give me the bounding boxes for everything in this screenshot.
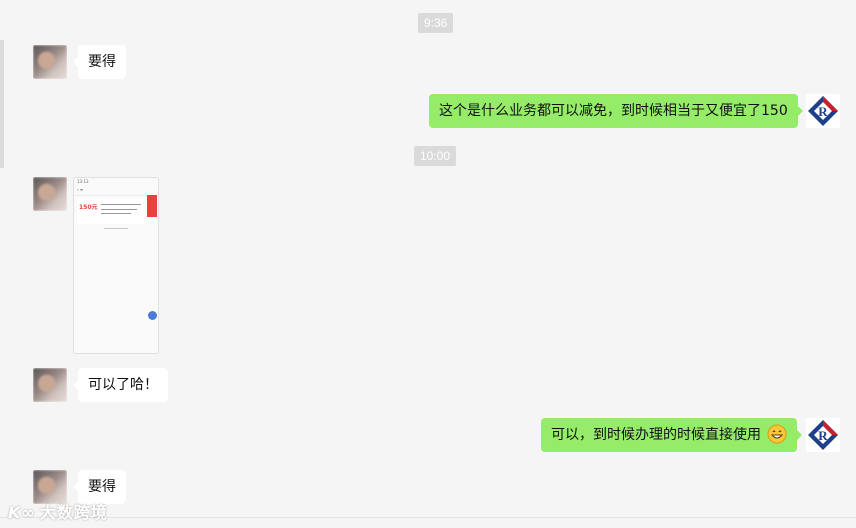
thumb-header: ‹ ≡ <box>74 187 158 196</box>
thumb-card: 150元 <box>77 198 145 224</box>
user-avatar[interactable]: R <box>806 418 840 452</box>
user-avatar[interactable]: R <box>806 94 840 128</box>
status-bar: 13:13 <box>77 179 89 184</box>
message-text: 可以了哈！ <box>88 377 158 393</box>
timestamp: 10:00 <box>414 146 457 166</box>
logo-icon: R <box>808 96 838 126</box>
svg-text:R: R <box>818 104 828 119</box>
watermark-text: 大数跨境 <box>39 503 108 522</box>
price-label: 150元 <box>79 204 98 211</box>
contact-avatar[interactable] <box>33 368 67 402</box>
message-bubble[interactable]: 这个是什么业务都可以减免，到时候相当于又便宜了150 <box>429 94 803 128</box>
message-bubble[interactable]: 要得 <box>73 45 126 79</box>
message-text: 这个是什么业务都可以减免，到时候相当于又便宜了150 <box>439 103 788 119</box>
message-text: 可以，到时候办理的时候直接使用 <box>551 427 761 443</box>
message-text: 要得 <box>88 479 116 495</box>
timestamp: 9:36 <box>418 13 454 33</box>
message-bubble[interactable]: 可以，到时候办理的时候直接使用 <box>541 418 803 452</box>
image-message[interactable]: 13:13 ‹ ≡ 150元 <box>73 177 159 354</box>
side-tab <box>147 195 157 217</box>
contact-avatar[interactable] <box>33 45 67 79</box>
float-button <box>148 311 157 320</box>
svg-text:R: R <box>818 428 828 443</box>
divider <box>0 517 856 518</box>
contact-avatar[interactable] <box>33 177 67 211</box>
watermark: K∞ 大数跨境 <box>8 499 108 523</box>
grinning-face-icon <box>767 424 787 444</box>
message-bubble[interactable]: 可以了哈！ <box>73 368 168 402</box>
watermark-logo: K∞ <box>8 503 36 522</box>
scrollbar[interactable] <box>0 40 4 168</box>
message-text: 要得 <box>88 54 116 70</box>
logo-icon: R <box>808 420 838 450</box>
